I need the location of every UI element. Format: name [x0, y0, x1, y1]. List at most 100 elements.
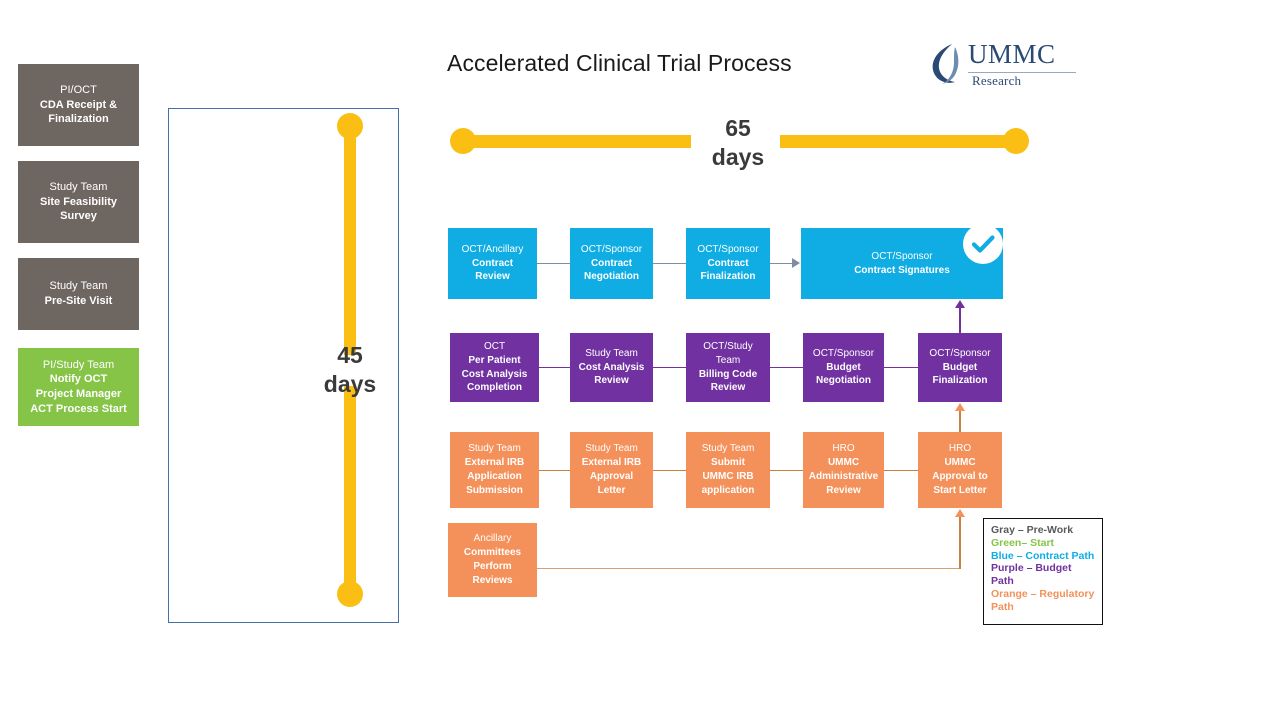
connector-budget-4 — [884, 367, 918, 368]
box-line: HRO — [832, 443, 855, 455]
timeline-45-unit: days — [323, 370, 377, 397]
box-line: Study Team — [585, 443, 638, 455]
box-line: Finalization — [932, 375, 988, 387]
box-line: Review — [826, 484, 861, 496]
box-line: Contract Signatures — [854, 264, 950, 276]
box-line: ACT Process Start — [30, 402, 127, 415]
box-line: Study Team — [701, 443, 755, 455]
box-line: Study Team — [49, 181, 108, 194]
box-line: Submission — [466, 484, 523, 496]
connector-ancillary-vertical — [959, 516, 961, 569]
box-line: PI/Study Team — [42, 358, 115, 371]
flow-box-contract-finalization[interactable]: OCT/Sponsor Contract Finalization — [686, 228, 770, 299]
legend: Gray – Pre-Work Green– Start Blue – Cont… — [983, 518, 1103, 625]
prework-box-cda-receipt[interactable]: PI/OCT CDA Receipt & Finalization — [18, 64, 139, 146]
box-line: Letter — [597, 484, 626, 496]
flow-box-approval-to-start-letter[interactable]: HRO UMMC Approval to Start Letter — [918, 432, 1002, 508]
arrow-regulatory-to-budget — [955, 403, 965, 411]
flow-box-contract-review[interactable]: OCT/Ancillary Contract Review — [448, 228, 537, 299]
flow-box-budget-negotiation[interactable]: OCT/Sponsor Budget Negotiation — [803, 333, 884, 402]
box-line: Completion — [467, 382, 522, 394]
connector-regulatory-4 — [884, 470, 918, 471]
logo-wordmark: UMMC — [968, 39, 1056, 69]
box-line: Per Patient — [468, 354, 521, 366]
legend-item-blue: Blue – Contract Path — [991, 549, 1095, 562]
flow-box-per-patient-cost-analysis[interactable]: OCT Per Patient Cost Analysis Completion — [450, 333, 539, 402]
box-line: Application — [467, 471, 522, 482]
box-line: Study Team — [585, 347, 638, 359]
box-line: Start Letter — [933, 484, 987, 496]
connector-contract-1 — [537, 263, 570, 264]
flow-box-external-irb-submission[interactable]: Study Team External IRB Application Submiss… — [450, 432, 539, 508]
timeline-45-days: 45 days — [324, 113, 376, 613]
timeline-65-unit: days — [711, 143, 765, 170]
box-line: OCT/Ancillary — [461, 243, 524, 255]
connector-budget-2 — [653, 367, 686, 368]
timeline-45-bar-top — [344, 125, 356, 355]
timeline-bar-right — [780, 135, 1020, 148]
box-line: OCT/Sponsor — [697, 243, 759, 255]
flow-box-contract-negotiation[interactable]: OCT/Sponsor Contract Negotiation — [570, 228, 653, 299]
box-line: Study Team — [49, 280, 108, 293]
flow-box-budget-finalization[interactable]: OCT/Sponsor Budget Finalization — [918, 333, 1002, 402]
timeline-65-days: 65 days — [450, 115, 1035, 185]
box-line: Approval — [589, 471, 634, 482]
box-line: Contract — [471, 257, 514, 269]
prework-box-site-feasibility[interactable]: Study Team Site Feasibility Survey — [18, 161, 139, 243]
flow-box-ummc-administrative-review[interactable]: HRO UMMC Administrative Review — [803, 432, 884, 508]
box-line: Administrative — [808, 471, 879, 482]
connector-regulatory-1 — [539, 470, 571, 471]
box-line: Contract — [707, 257, 749, 269]
box-line: Review — [710, 382, 746, 394]
box-line: HRO — [948, 443, 972, 455]
ummc-research-logo: UMMC Research — [928, 40, 1078, 90]
box-line: UMMC — [827, 457, 860, 469]
box-line: OCT/Sponsor — [812, 347, 875, 359]
connector-contract-2 — [653, 263, 686, 264]
check-icon — [963, 224, 1003, 264]
connector-regulatory-3 — [770, 470, 803, 471]
box-line: External IRB — [464, 457, 525, 469]
connector-budget-3 — [770, 367, 803, 368]
logo-subtitle: Research — [972, 73, 1022, 88]
flow-box-external-irb-approval[interactable]: Study Team External IRB Approval Letter — [570, 432, 653, 508]
flow-box-cost-analysis-review[interactable]: Study Team Cost Analysis Review — [570, 333, 653, 402]
box-line: UMMC — [944, 457, 976, 469]
legend-item-gray: Gray – Pre-Work — [991, 524, 1074, 536]
connector-budget-1 — [539, 367, 571, 368]
box-line: Ancillary — [473, 533, 512, 545]
flow-box-submit-ummc-irb[interactable]: Study Team Submit UMMC IRB application — [686, 432, 770, 508]
check-glyph — [971, 235, 995, 253]
timeline-45-end-dot — [337, 581, 363, 607]
box-line: Project Manager — [35, 388, 122, 400]
page-title: Accelerated Clinical Trial Process — [447, 50, 792, 76]
box-line: OCT/Sponsor — [929, 347, 991, 359]
arrow-ancillary-to-regulatory — [955, 509, 965, 517]
arrow-contract-to-signatures — [792, 258, 800, 268]
box-line: Finalization — [700, 271, 756, 283]
prework-box-act-process-start[interactable]: PI/Study Team Notify OCT Project Manager AC… — [18, 348, 139, 426]
box-line: Budget — [826, 361, 861, 373]
box-line: Perform — [473, 561, 512, 572]
flow-box-ancillary-committees[interactable]: Ancillary Committees Perform Reviews — [448, 523, 537, 597]
connector-budget-to-contract — [959, 307, 961, 333]
box-line: Reviews — [472, 574, 513, 586]
flow-box-billing-code-review[interactable]: OCT/Study Team Billing Code Review — [686, 333, 770, 402]
box-line: OCT/Study — [703, 340, 753, 352]
connector-regulatory-to-budget — [959, 410, 961, 432]
connector-ancillary-horizontal — [537, 568, 960, 569]
box-line: CDA Receipt & — [39, 98, 118, 111]
box-line: Finalization — [48, 113, 109, 126]
legend-item-orange: Orange – Regulatory Path — [991, 587, 1095, 613]
timeline-end-dot — [1003, 128, 1029, 154]
box-line: Negotiation — [816, 375, 871, 387]
box-line: UMMC IRB — [702, 471, 754, 482]
box-line: Cost Analysis — [461, 368, 528, 380]
box-line: Site Feasibility — [39, 195, 118, 208]
prework-box-pre-site-visit[interactable]: Study Team Pre-Site Visit — [18, 258, 139, 330]
box-line: Study Team — [468, 443, 521, 455]
timeline-45-bar-bottom — [344, 386, 356, 594]
timeline-45-number: 45 — [337, 342, 363, 368]
box-line: Submit — [711, 457, 745, 469]
box-line: Team — [715, 354, 741, 366]
